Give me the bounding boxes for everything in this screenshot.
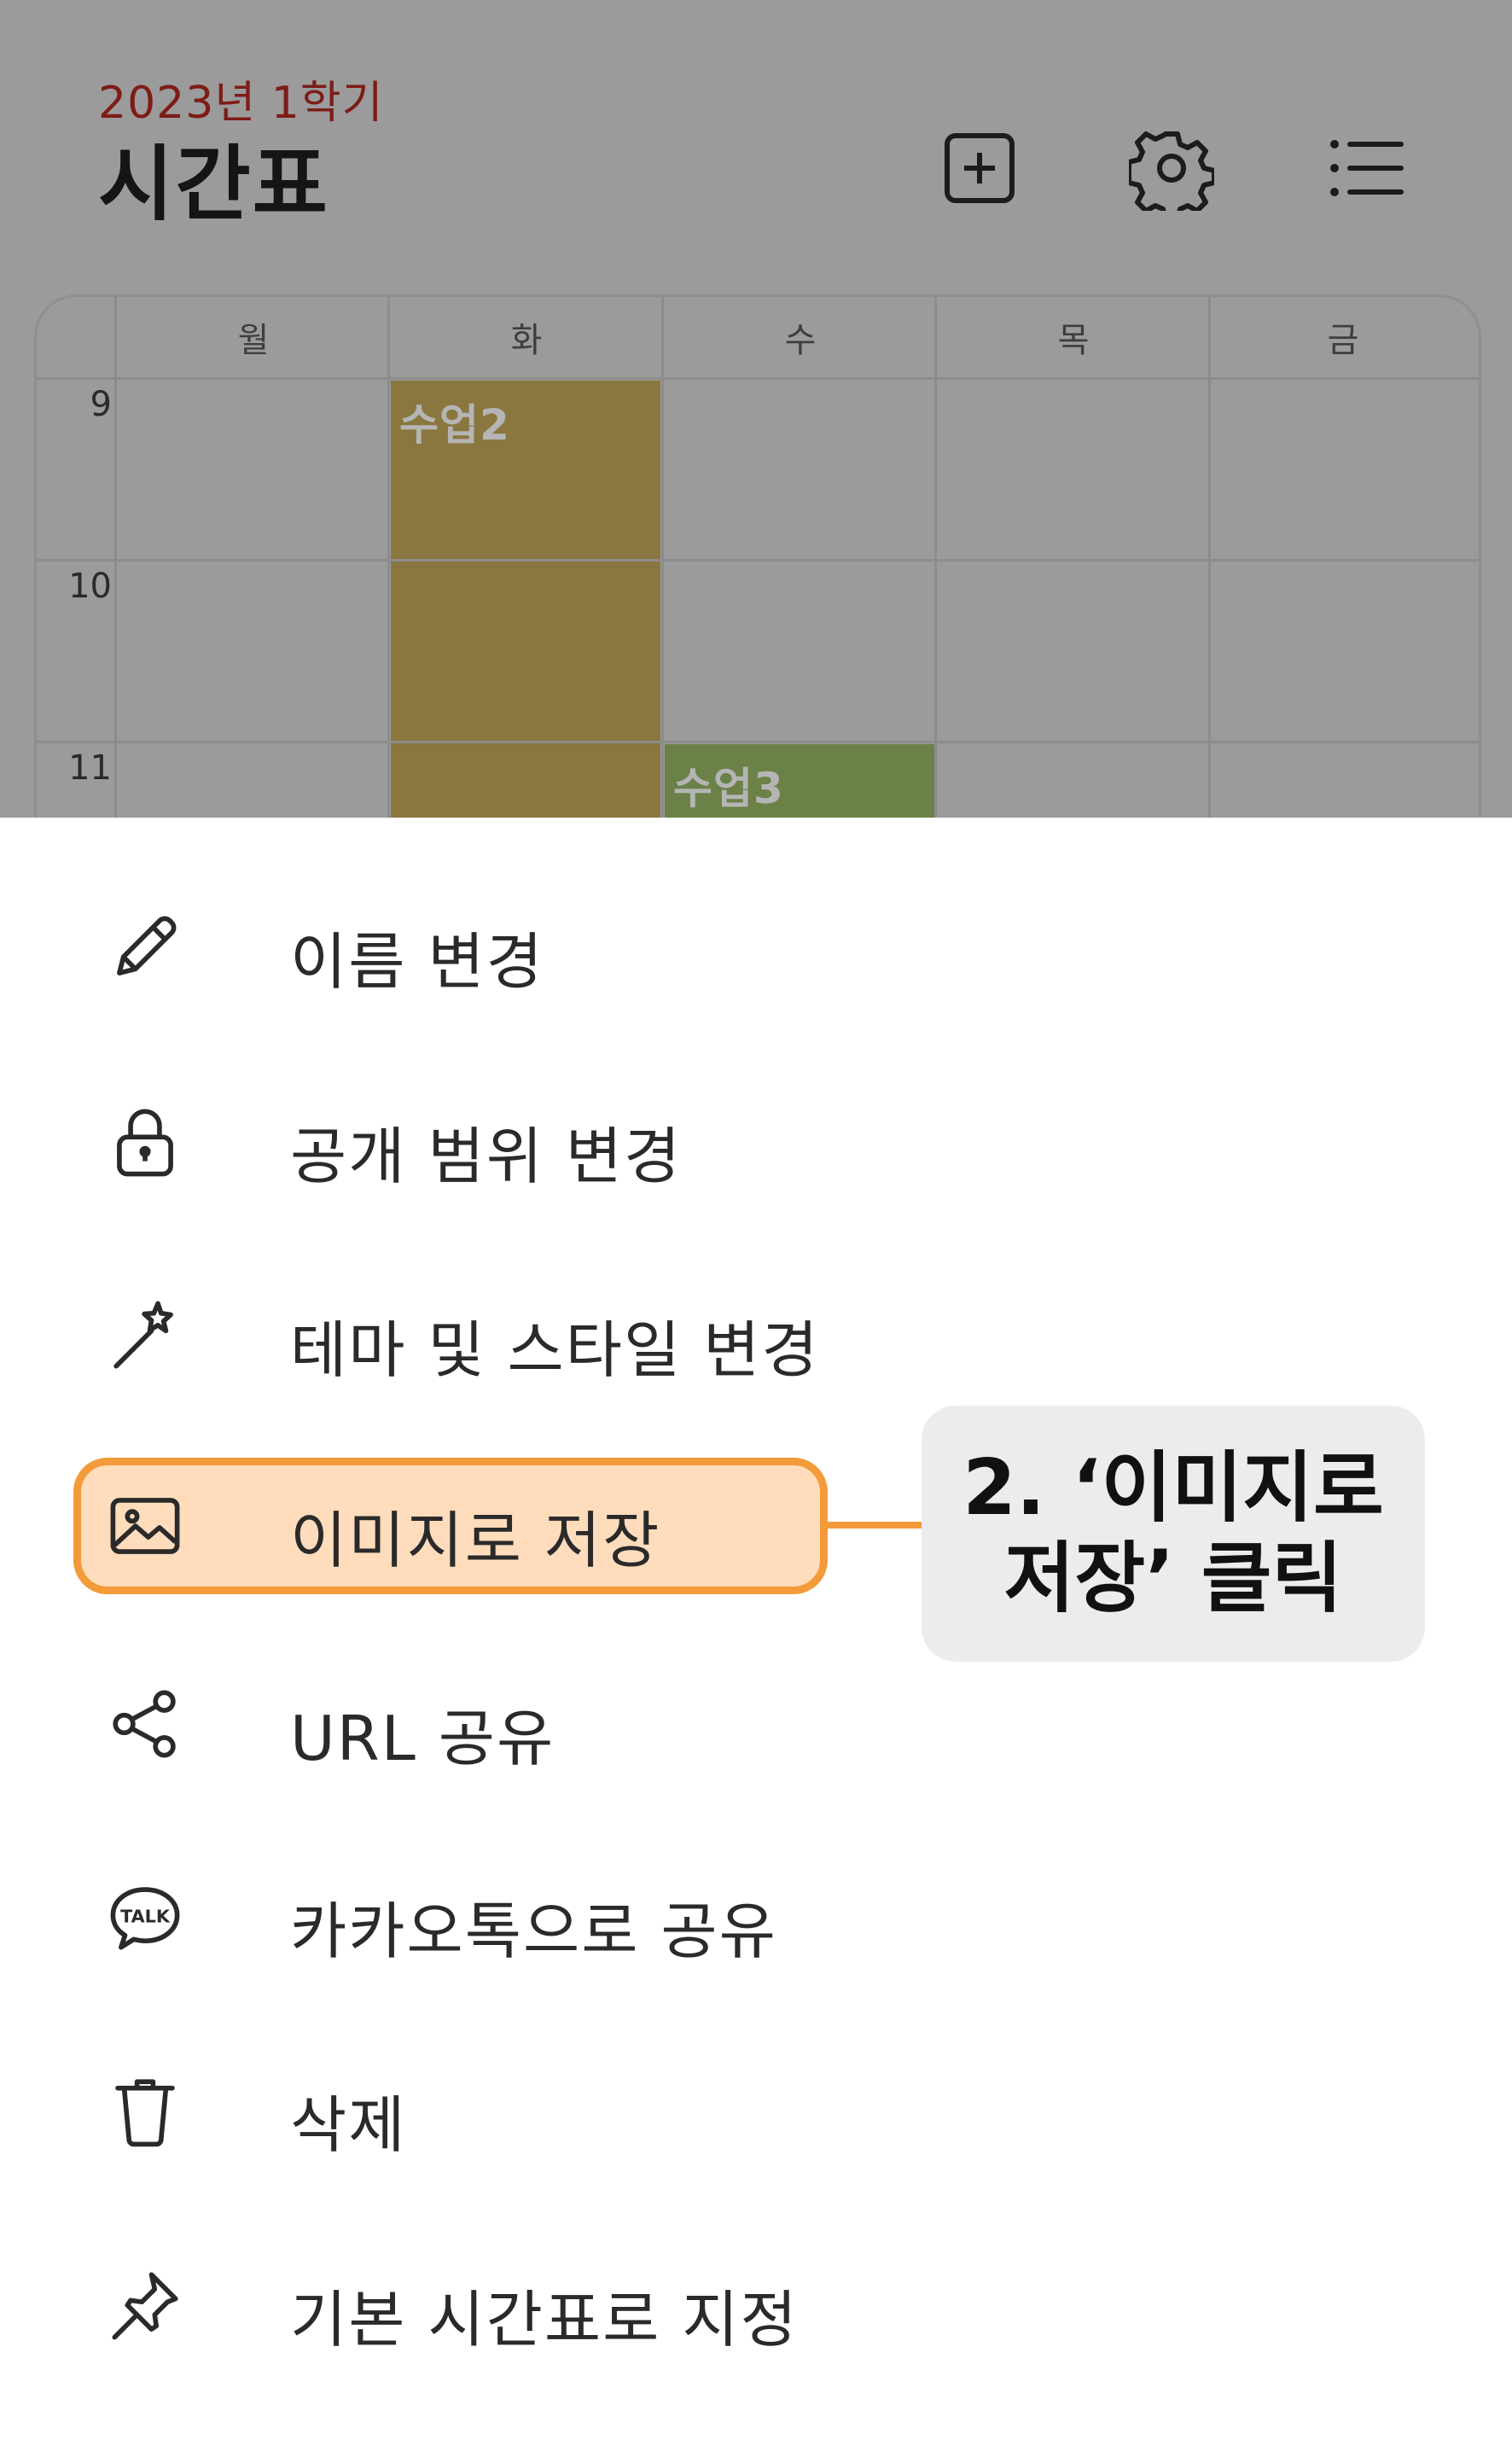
menu-item-label: 카카오톡으로 공유 xyxy=(290,1896,777,1967)
pin-icon xyxy=(96,2265,194,2345)
day-header-thu: 목 xyxy=(1057,321,1090,360)
hour-label: 9 xyxy=(90,385,112,424)
callout-line-2: 저장’ 클릭 xyxy=(1003,1534,1343,1623)
image-icon xyxy=(96,1486,194,1566)
day-header-mon: 월 xyxy=(237,321,270,360)
hour-label: 11 xyxy=(68,748,112,788)
menu-item-label: 이미지로 저장 xyxy=(290,1505,661,1576)
kakaotalk-icon: TALK xyxy=(96,1877,194,1957)
menu-item-delete[interactable]: 삭제 xyxy=(0,2042,1512,2179)
class-name: 수업2 xyxy=(399,400,510,450)
timetable-grid: 수업2 수업3 월 화 수 목 금 9 10 11 xyxy=(34,294,1481,818)
timetable-screen-dimmed: 2023년 1학기 시간표 수업2 수업3 월 화 수 목 금 9 10 11 xyxy=(0,0,1512,818)
grid-line xyxy=(37,559,1479,562)
page-title: 시간표 xyxy=(98,137,329,232)
menu-item-label: 테마 및 스타일 변경 xyxy=(290,1314,820,1386)
menu-item-label: URL 공유 xyxy=(290,1703,555,1774)
menu-item-share-url[interactable]: URL 공유 xyxy=(0,1656,1512,1792)
menu-item-label: 기본 시간표로 지정 xyxy=(290,2284,799,2356)
trash-icon xyxy=(96,2070,194,2151)
day-header-wed: 수 xyxy=(784,321,817,360)
hour-label: 10 xyxy=(68,567,112,606)
menu-item-label: 공개 범위 변경 xyxy=(290,1121,683,1192)
instruction-callout: 2. ‘이미지로 저장’ 클릭 xyxy=(922,1406,1425,1662)
share-icon xyxy=(96,1684,194,1764)
class-name: 수업3 xyxy=(673,764,784,813)
lock-icon xyxy=(96,1102,194,1182)
menu-item-share-kakaotalk[interactable]: TALK 카카오톡으로 공유 xyxy=(0,1849,1512,1985)
class-block[interactable]: 수업2 xyxy=(391,381,660,818)
magic-wand-icon xyxy=(96,1296,194,1376)
menu-item-set-default[interactable]: 기본 시간표로 지정 xyxy=(0,2237,1512,2373)
list-icon[interactable] xyxy=(1318,121,1412,215)
class-block[interactable]: 수업3 xyxy=(665,744,934,818)
svg-text:TALK: TALK xyxy=(120,1907,171,1927)
menu-item-theme[interactable]: 테마 및 스타일 변경 xyxy=(0,1267,1512,1404)
menu-item-rename[interactable]: 이름 변경 xyxy=(0,879,1512,1016)
grid-line xyxy=(37,377,1479,380)
grid-line xyxy=(37,741,1479,743)
day-header-fri: 금 xyxy=(1327,321,1359,360)
menu-item-label: 이름 변경 xyxy=(290,926,544,998)
add-icon[interactable] xyxy=(933,121,1026,215)
callout-line-1: 2. ‘이미지로 xyxy=(962,1443,1384,1533)
gear-icon[interactable] xyxy=(1125,121,1218,215)
callout-connector xyxy=(828,1522,922,1529)
menu-item-visibility[interactable]: 공개 범위 변경 xyxy=(0,1074,1512,1210)
day-header-tue: 화 xyxy=(510,321,543,360)
pencil-icon xyxy=(96,907,194,987)
menu-item-label: 삭제 xyxy=(290,2089,407,2161)
